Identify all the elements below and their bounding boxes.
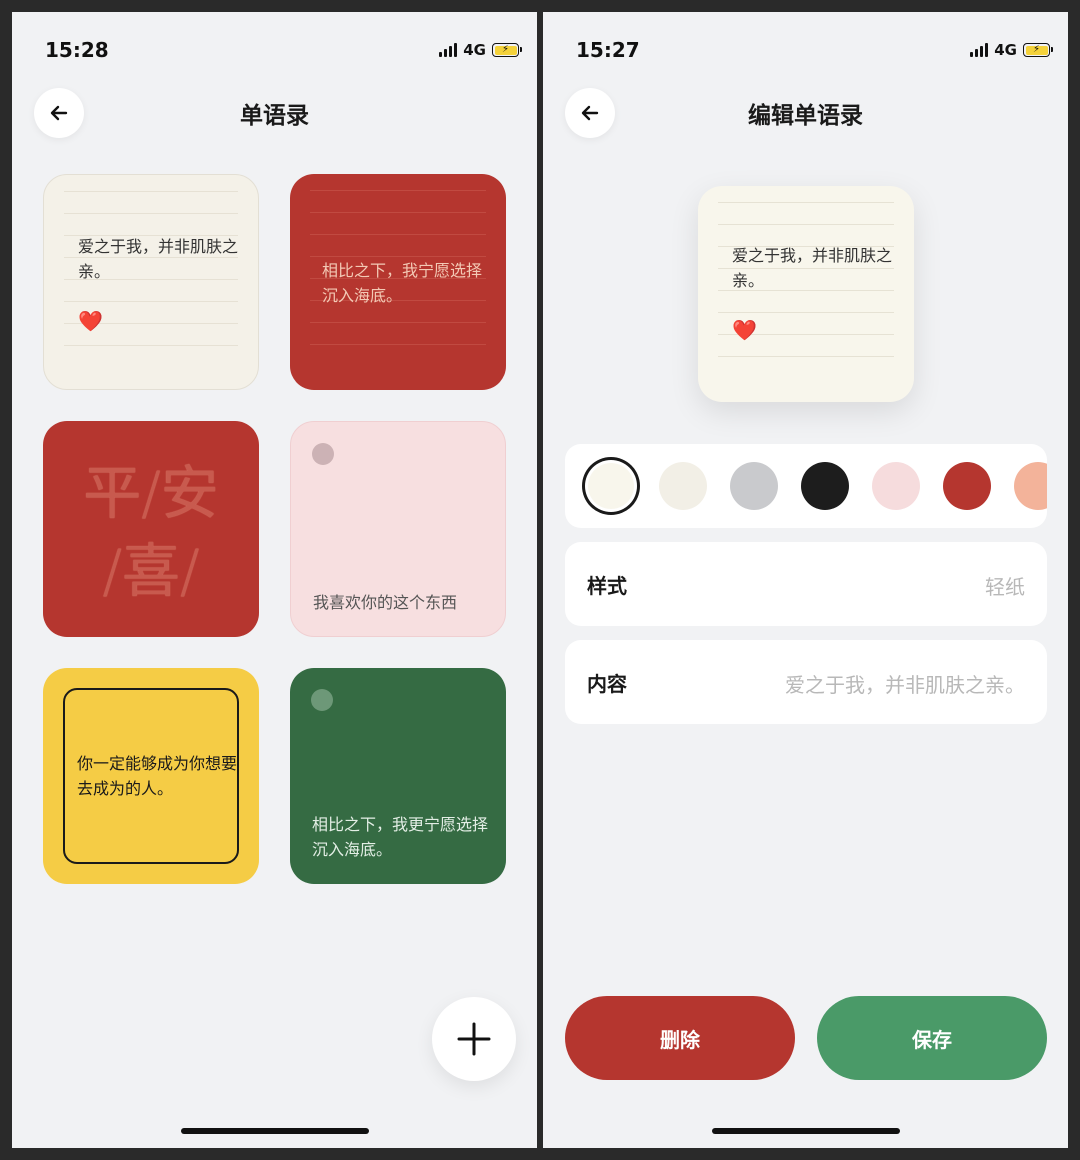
color-picker[interactable]	[565, 444, 1047, 528]
preview-card: 爱之于我，并非肌肤之亲。 ❤️	[698, 186, 914, 402]
battery-icon: ⚡	[492, 43, 522, 57]
save-button[interactable]: 保存	[817, 996, 1047, 1080]
status-time: 15:27	[576, 38, 640, 62]
content-value[interactable]: 爱之于我，并非肌肤之亲。	[785, 669, 1025, 698]
signal-icon	[970, 43, 989, 57]
color-swatch[interactable]	[588, 463, 634, 509]
quote-text-line-2: /喜/	[102, 537, 200, 605]
content-label: 内容	[587, 672, 627, 696]
battery-icon: ⚡	[1023, 43, 1053, 57]
style-label: 样式	[587, 574, 627, 598]
color-swatch[interactable]	[801, 462, 849, 510]
signal-icon	[439, 43, 458, 57]
color-swatch[interactable]	[872, 462, 920, 510]
quote-text: 你一定能够成为你想要去成为的人。	[77, 754, 238, 798]
content-row[interactable]: 内容 爱之于我，并非肌肤之亲。	[565, 640, 1047, 724]
home-indicator	[711, 1128, 900, 1134]
color-swatch[interactable]	[943, 462, 991, 510]
quote-card[interactable]: 平/安 /喜/	[43, 421, 259, 637]
style-value: 轻纸	[985, 575, 1025, 599]
quote-card[interactable]: 爱之于我，并非肌肤之亲。 ❤️	[43, 174, 259, 390]
plus-icon	[457, 1022, 491, 1056]
heart-icon: ❤️	[732, 318, 757, 342]
color-swatch[interactable]	[730, 462, 778, 510]
home-indicator	[180, 1128, 369, 1134]
network-type: 4G	[463, 41, 486, 59]
network-type: 4G	[994, 41, 1017, 59]
pin-dot	[312, 443, 334, 465]
page-title: 单语录	[240, 103, 309, 129]
add-quote-button[interactable]	[432, 997, 516, 1081]
pin-dot	[311, 689, 333, 711]
quote-text: 我喜欢你的这个东西	[313, 593, 458, 612]
color-swatch[interactable]	[659, 462, 707, 510]
status-time: 15:28	[45, 38, 109, 62]
style-row[interactable]: 样式 轻纸	[565, 542, 1047, 626]
quote-card[interactable]: 相比之下，我更宁愿选择沉入海底。	[290, 668, 506, 884]
status-bar: 15:28 4G ⚡	[12, 12, 537, 82]
preview-text: 爱之于我，并非肌肤之亲。	[732, 246, 893, 290]
quote-card[interactable]: 你一定能够成为你想要去成为的人。	[43, 668, 259, 884]
card-list-screen: 15:28 4G ⚡ 单语录 爱之于我，并非肌肤之亲。 ❤️ 相比之下，我宁愿选…	[12, 12, 537, 1148]
status-bar: 15:27 4G ⚡	[543, 12, 1068, 82]
quote-text-line-1: 平/安	[83, 459, 219, 527]
quote-card[interactable]: 相比之下，我宁愿选择沉入海底。	[290, 174, 506, 390]
quote-text: 相比之下，我宁愿选择沉入海底。	[322, 261, 483, 305]
quote-text: 爱之于我，并非肌肤之亲。	[78, 237, 239, 281]
heart-icon: ❤️	[78, 309, 103, 333]
quote-card[interactable]: 我喜欢你的这个东西	[290, 421, 506, 637]
quote-text: 相比之下，我更宁愿选择沉入海底。	[312, 815, 489, 859]
delete-button[interactable]: 删除	[565, 996, 795, 1080]
page-title: 编辑单语录	[748, 103, 863, 129]
color-swatch[interactable]	[1014, 462, 1047, 510]
edit-quote-screen: 15:27 4G ⚡ 编辑单语录 爱之于我，并非肌肤之亲。 ❤️ 样式 轻纸 内…	[543, 12, 1068, 1148]
